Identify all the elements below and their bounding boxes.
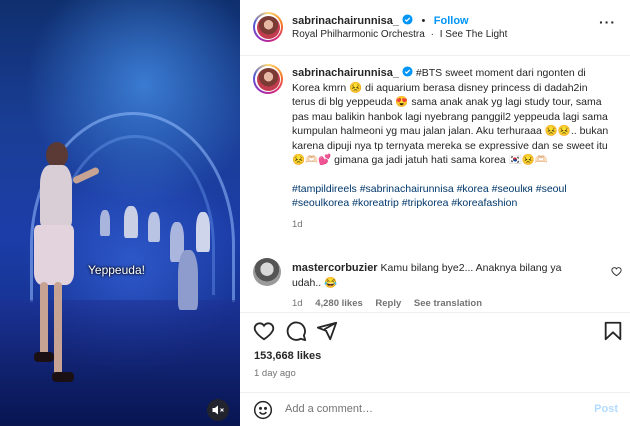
verified-badge-icon bbox=[402, 14, 413, 25]
speaker-muted-icon bbox=[212, 405, 224, 415]
comment-bubble-icon[interactable] bbox=[285, 320, 307, 342]
post-age: 1 day ago bbox=[254, 368, 296, 379]
see-translation-button[interactable]: See translation bbox=[414, 298, 482, 309]
audio-artist: Royal Philharmonic Orchestra bbox=[292, 29, 425, 40]
comment-item: mastercorbuzier Kamu bilang bye2... Anak… bbox=[292, 261, 592, 309]
caption-hashtags[interactable]: #tampildireels #sabrinachairunnisa #kore… bbox=[292, 182, 610, 211]
more-options-icon[interactable]: ··· bbox=[599, 14, 616, 30]
commenter-username[interactable]: mastercorbuzier bbox=[292, 262, 378, 274]
action-bar bbox=[240, 312, 630, 346]
commenter-avatar[interactable] bbox=[253, 258, 281, 286]
caption-username[interactable]: sabrinachairunnisa_ bbox=[292, 67, 399, 79]
tunnel-floor bbox=[0, 300, 240, 426]
follow-button[interactable]: Follow bbox=[434, 15, 469, 27]
comment-likes[interactable]: 4,280 likes bbox=[315, 298, 363, 309]
comment-bar: Post bbox=[240, 392, 630, 426]
emoji-smiley-icon[interactable] bbox=[253, 400, 273, 420]
mute-button[interactable] bbox=[207, 399, 229, 421]
audio-info[interactable]: Royal Philharmonic Orchestra · I See The… bbox=[292, 29, 507, 40]
reel-video[interactable]: Yeppeuda! bbox=[0, 0, 240, 426]
post-comment-button[interactable]: Post bbox=[594, 403, 618, 415]
comment-time: 1d bbox=[292, 298, 303, 309]
comment-input[interactable] bbox=[285, 403, 585, 415]
header-separator: • bbox=[421, 15, 426, 27]
reply-button[interactable]: Reply bbox=[375, 298, 401, 309]
post-header: sabrinachairunnisa_ • Follow Royal Philh… bbox=[240, 0, 630, 56]
verified-badge-icon bbox=[402, 66, 413, 77]
video-caption: Yeppeuda! bbox=[88, 263, 145, 277]
author-avatar[interactable] bbox=[253, 12, 283, 42]
share-paper-plane-icon[interactable] bbox=[316, 320, 338, 342]
caption-text: #BTS sweet moment dari ngonten di Korea … bbox=[292, 67, 609, 166]
author-username[interactable]: sabrinachairunnisa_ bbox=[292, 15, 399, 27]
save-bookmark-icon[interactable] bbox=[602, 320, 624, 342]
audio-title: I See The Light bbox=[439, 29, 508, 40]
like-heart-icon[interactable] bbox=[253, 320, 275, 342]
caption-time: 1d bbox=[292, 218, 303, 230]
caption-author-avatar[interactable] bbox=[253, 64, 283, 94]
comment-like-heart-icon[interactable] bbox=[611, 266, 622, 277]
post-panel: sabrinachairunnisa_ • Follow Royal Philh… bbox=[240, 0, 630, 426]
likes-count[interactable]: 153,668 likes bbox=[254, 350, 321, 362]
post-caption: sabrinachairunnisa_ #BTS sweet moment da… bbox=[292, 66, 610, 230]
audio-separator: · bbox=[430, 29, 434, 40]
